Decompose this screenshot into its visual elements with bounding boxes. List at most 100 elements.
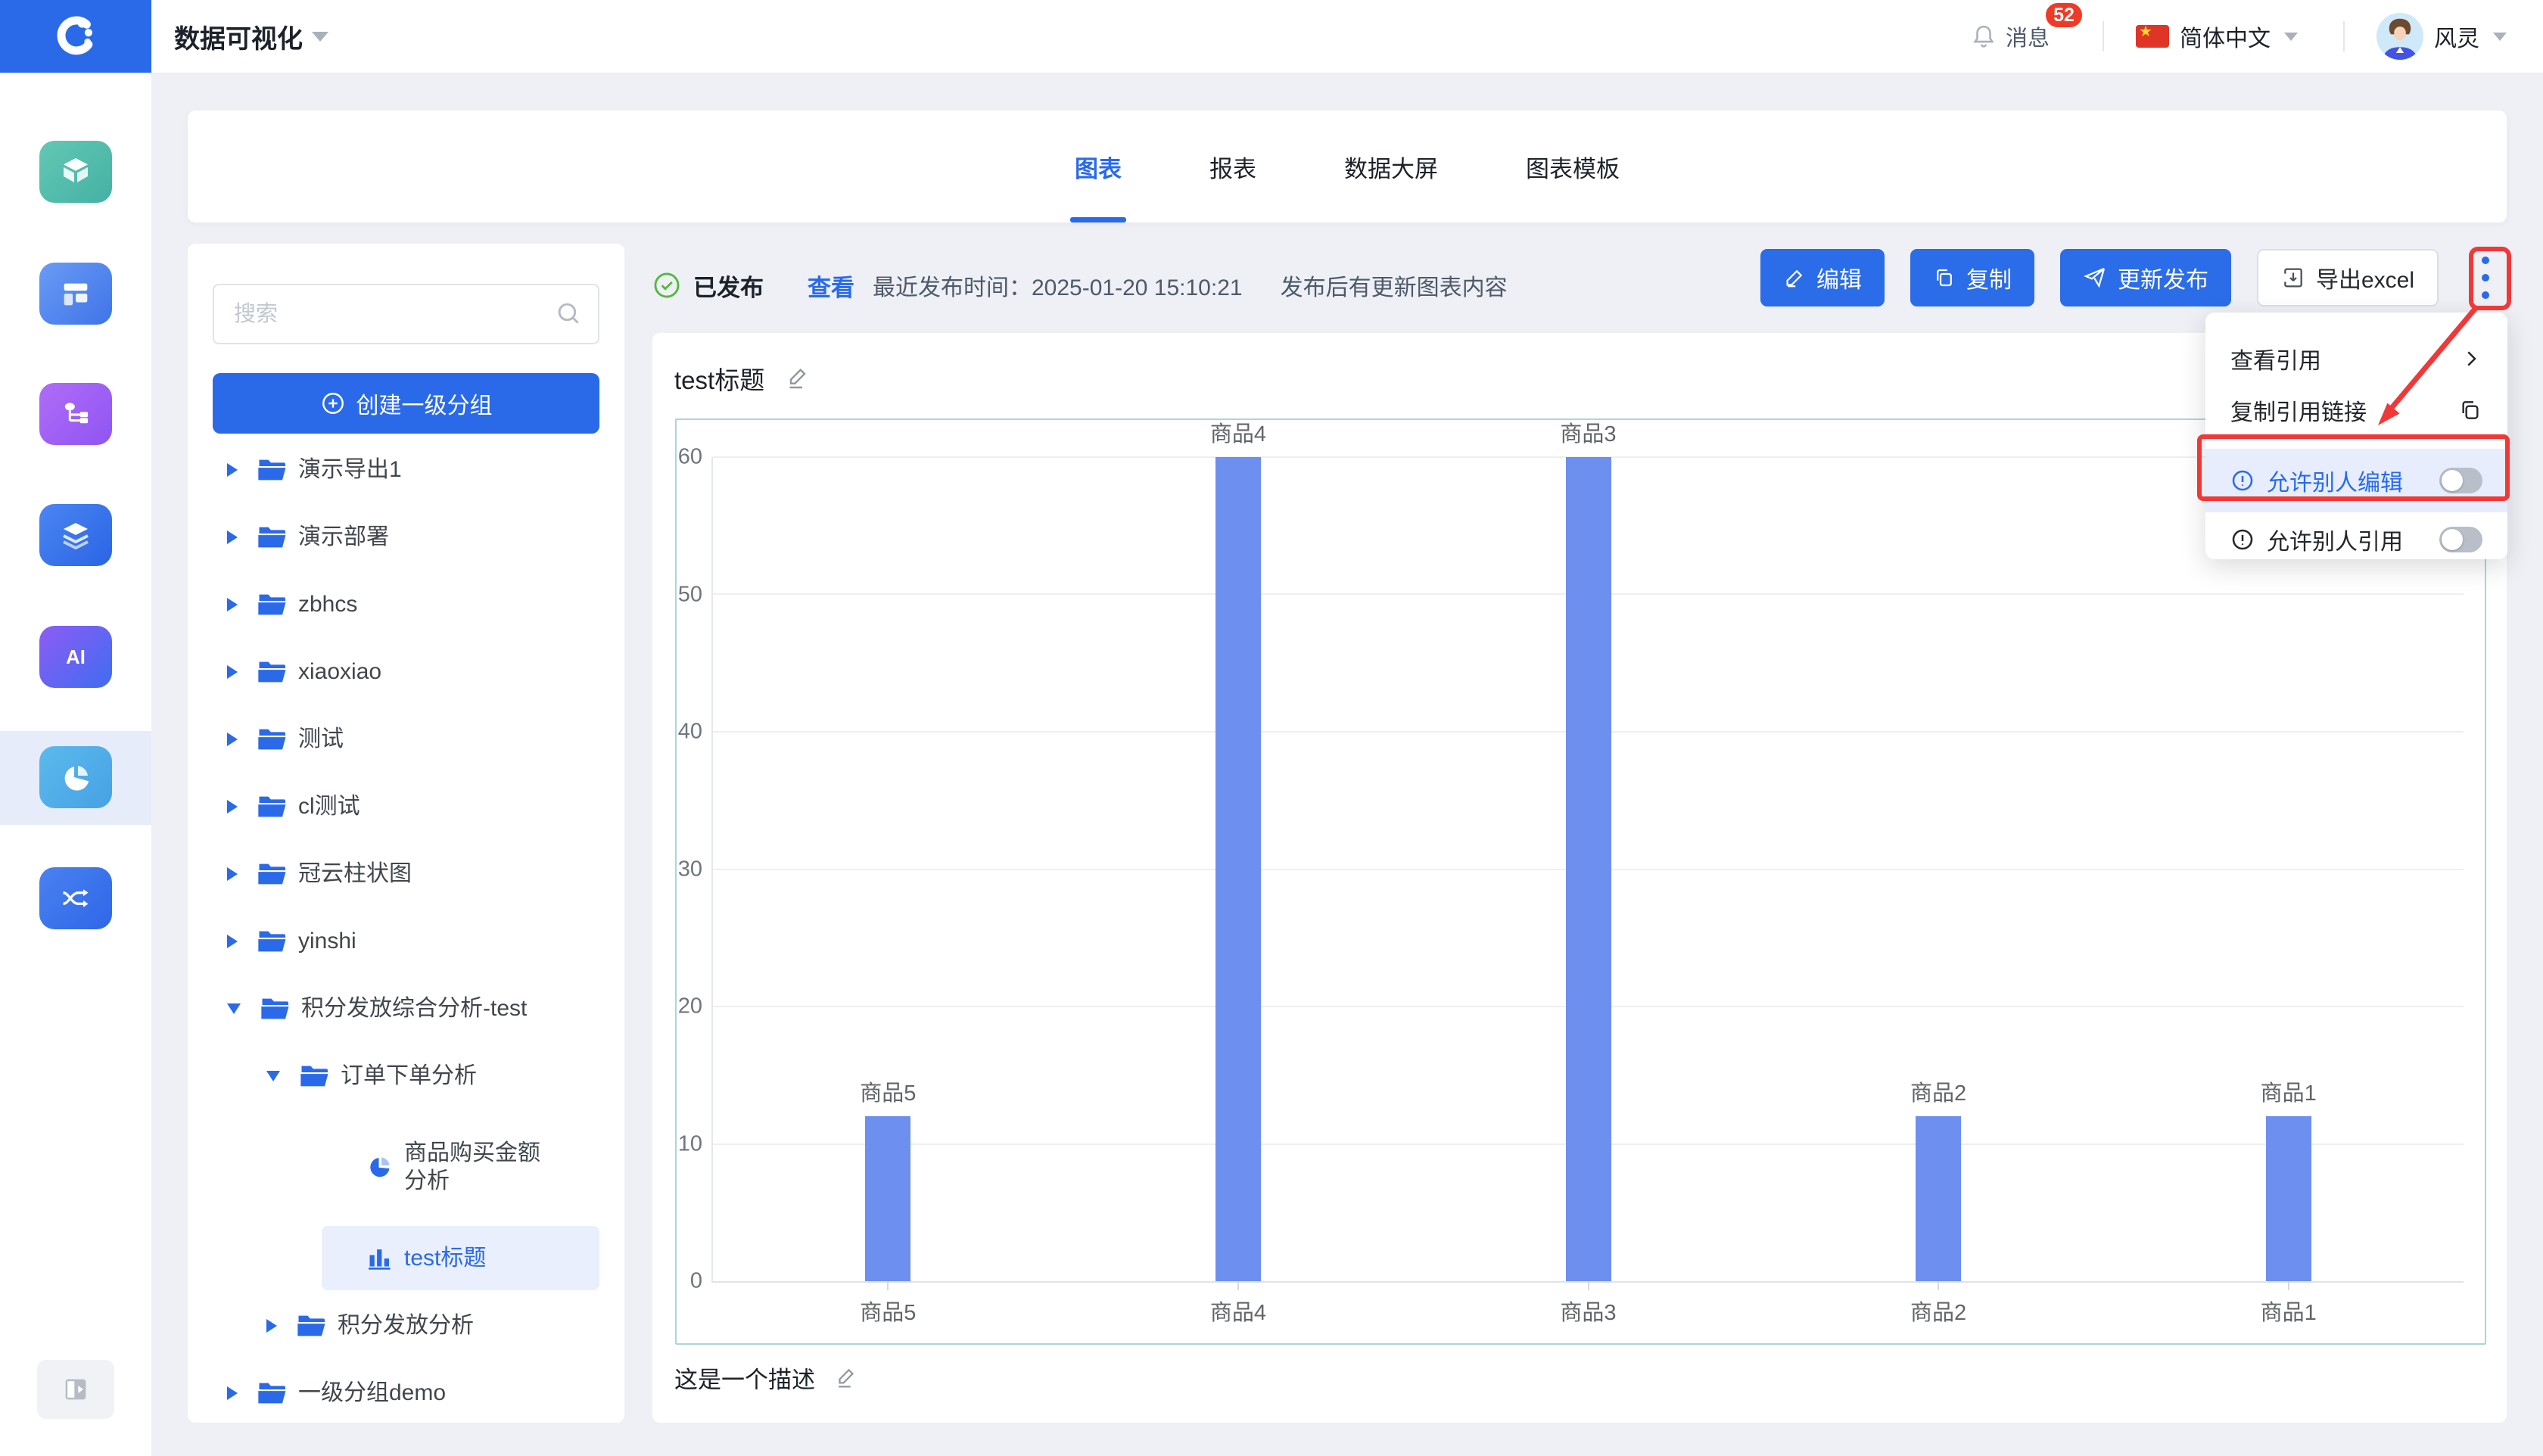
edit-description-icon[interactable] [833, 1365, 859, 1391]
tab-图表模板[interactable]: 图表模板 [1526, 110, 1620, 222]
app-logo[interactable] [0, 0, 151, 73]
tree-item-一级分组demo[interactable]: 一级分组demo [188, 1359, 624, 1423]
caret-collapsed-icon[interactable] [227, 463, 238, 477]
bar-商品5[interactable] [865, 1116, 910, 1281]
tree-item-test标题[interactable]: test标题 [188, 1224, 624, 1292]
caret-collapsed-icon[interactable] [227, 598, 238, 611]
rail-item-ai[interactable]: AI [39, 626, 112, 688]
bar-chart-icon [366, 1246, 394, 1271]
y-axis-tick-label: 60 [678, 445, 702, 470]
bar-商品1[interactable] [2266, 1116, 2311, 1281]
create-group-button[interactable]: 创建一级分组 [213, 373, 599, 434]
tree-item-label: xiaoxiao [298, 658, 381, 686]
y-axis-tick-label: 10 [678, 1131, 702, 1156]
chart-description: 这是一个描述 [674, 1361, 815, 1395]
allow-reference-toggle[interactable] [2439, 527, 2482, 552]
menu-item-allow-edit[interactable]: 允许别人编辑 [2205, 449, 2507, 512]
tab-label: 数据大屏 [1344, 150, 1438, 184]
tree-item-xiaoxiao[interactable]: xiaoxiao [188, 638, 624, 705]
folder-icon [300, 1063, 330, 1089]
edit-button[interactable]: 编辑 [1760, 249, 1885, 306]
chart-title-row: test标题 [674, 360, 811, 397]
tree-item-cl测试[interactable]: cl测试 [188, 773, 624, 840]
export-icon [2281, 266, 2305, 290]
collapse-panel-icon [59, 1374, 92, 1405]
caret-collapsed-icon[interactable] [227, 800, 238, 814]
rail-item-layers[interactable] [39, 504, 112, 566]
rail-item-flow[interactable] [39, 383, 112, 445]
caret-collapsed-icon[interactable] [227, 867, 238, 881]
messages-label: 消息 [2006, 20, 2050, 52]
tree-item-label: 冠云柱状图 [298, 860, 412, 888]
bar-商品4[interactable] [1215, 457, 1261, 1281]
tree-item-冠云柱状图[interactable]: 冠云柱状图 [188, 840, 624, 907]
x-axis-tick [1237, 1281, 1239, 1290]
send-icon [2083, 266, 2107, 290]
tree-item-label: 演示部署 [298, 523, 389, 552]
caret-collapsed-icon[interactable] [227, 733, 238, 746]
menu-item-allow-reference[interactable]: 允许别人引用 [2205, 512, 2507, 567]
collapse-sidebar-button[interactable] [37, 1360, 114, 1419]
view-link[interactable]: 查看 [808, 269, 854, 303]
tree-item-zbhcs[interactable]: zbhcs [188, 571, 624, 638]
tree-item-积分发放综合分析-test[interactable]: 积分发放综合分析-test [188, 975, 624, 1042]
tree-item-yinshi[interactable]: yinshi [188, 907, 624, 975]
menu-item-view-reference[interactable]: 查看引用 [2205, 333, 2507, 384]
more-actions-button[interactable] [2464, 248, 2507, 307]
tree-item-演示部署[interactable]: 演示部署 [188, 503, 624, 571]
x-axis-tick-label: 商品1 [2261, 1295, 2317, 1327]
caret-collapsed-icon[interactable] [227, 935, 238, 948]
export-excel-button[interactable]: 导出excel [2257, 249, 2439, 306]
bar-商品3[interactable] [1566, 457, 1611, 1281]
user-menu[interactable]: 风灵 [2376, 13, 2507, 60]
tree-item-演示导出1[interactable]: 演示导出1 [188, 436, 624, 503]
x-axis-tick-label: 商品4 [1210, 1295, 1266, 1327]
user-caret-icon [2493, 33, 2507, 41]
bar-value-label: 商品3 [1560, 416, 1616, 448]
folder-icon [257, 1380, 288, 1406]
menu-item-copy-reference-link[interactable]: 复制引用链接 [2205, 384, 2507, 436]
group-panel: 创建一级分组 演示导出1 演示部署 zbhcs xiaoxiao 测试cl测试冠云柱状图… [188, 244, 624, 1423]
tree-item-订单下单分析[interactable]: 订单下单分析 [188, 1042, 624, 1109]
tree-item-商品购买金额分析[interactable]: 商品购买金额分析 [188, 1109, 624, 1224]
edit-title-icon[interactable] [784, 365, 811, 392]
rail-item-etl[interactable] [39, 867, 112, 929]
caret-expanded-icon[interactable] [266, 1071, 280, 1081]
x-axis-tick [887, 1281, 889, 1290]
tree-item-测试[interactable]: 测试 [188, 705, 624, 773]
rail-item-dashboard[interactable] [39, 263, 112, 325]
allow-reference-label: 允许别人引用 [2267, 523, 2403, 556]
more-dots-icon [2482, 257, 2489, 264]
copy-button[interactable]: 复制 [1910, 249, 2034, 306]
x-axis-tick-label: 商品5 [860, 1295, 916, 1327]
rail-item-dataset[interactable] [39, 141, 112, 203]
caret-collapsed-icon[interactable] [227, 665, 238, 679]
plus-circle-icon [320, 390, 346, 416]
update-publish-button[interactable]: 更新发布 [2060, 249, 2231, 306]
info-circle-icon [2230, 468, 2255, 493]
rail-item-charts[interactable] [39, 746, 112, 808]
tree-item-积分发放分析[interactable]: 积分发放分析 [188, 1292, 624, 1359]
tree-item-label: 商品购买金额分析 [404, 1139, 556, 1196]
pencil-icon [1783, 266, 1806, 289]
app-title-caret-icon[interactable] [312, 32, 328, 42]
caret-collapsed-icon[interactable] [227, 1386, 238, 1400]
copy-label: 复制 [1966, 261, 2012, 294]
search-input[interactable] [213, 284, 599, 344]
language-selector[interactable]: ★ 简体中文 [2136, 20, 2298, 53]
bar-商品2[interactable] [1916, 1116, 1961, 1281]
caret-collapsed-icon[interactable] [266, 1319, 277, 1333]
ai-icon: AI [54, 640, 97, 674]
messages-button[interactable]: 消息 52 [1971, 20, 2057, 52]
bar-value-label: 商品2 [1910, 1075, 1966, 1107]
caret-collapsed-icon[interactable] [227, 530, 238, 544]
tab-报表[interactable]: 报表 [1209, 110, 1256, 222]
layout-icon [56, 276, 95, 311]
caret-expanded-icon[interactable] [227, 1003, 241, 1014]
tab-数据大屏[interactable]: 数据大屏 [1344, 110, 1438, 222]
chart-title: test标题 [674, 360, 764, 397]
tab-图表[interactable]: 图表 [1075, 110, 1122, 222]
logo-icon [54, 14, 98, 58]
allow-edit-toggle[interactable] [2439, 468, 2482, 493]
tree-item-label: 积分发放分析 [338, 1311, 474, 1340]
